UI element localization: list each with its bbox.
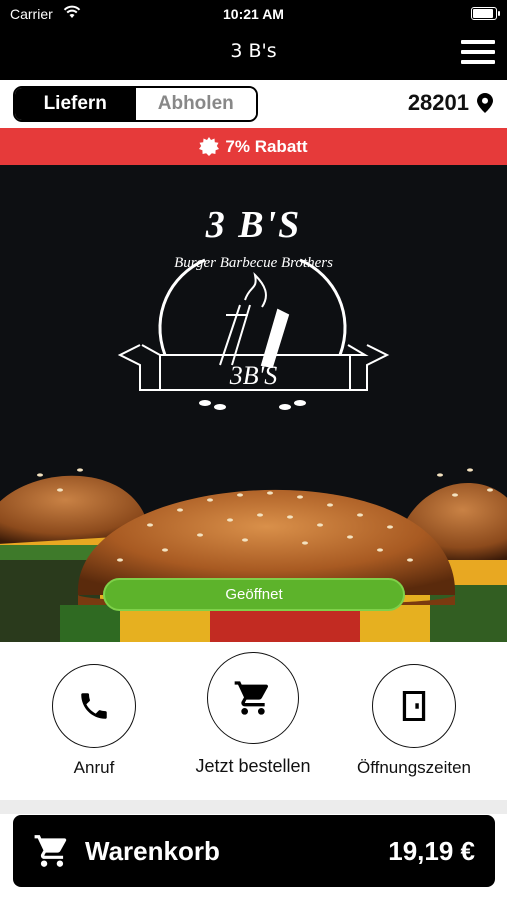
door-icon [402,691,426,721]
discount-badge-icon [199,136,220,156]
logo-arc-text: Burger Barbecue Brothers [174,255,333,271]
shopping-cart-icon [34,835,67,867]
discount-banner: 7% Rabatt [0,128,507,165]
battery-icon [471,7,500,20]
cart-icon [234,681,268,715]
open-status-button[interactable]: Geöffnet [103,578,405,611]
opening-hours-label: Öffnungszeiten [356,758,472,777]
order-now-button[interactable] [207,652,299,744]
order-now-label: Jetzt bestellen [195,756,311,776]
opening-hours-action[interactable]: Öffnungszeiten [348,664,480,778]
tab-liefern[interactable]: Liefern [15,88,136,120]
location-pin-icon [477,93,493,113]
order-now-action[interactable]: Jetzt bestellen [173,652,333,777]
status-time: 10:21 AM [223,6,284,22]
brand-title: 3 B'S [205,204,302,246]
call-button[interactable] [52,664,136,748]
phone-icon [81,693,107,719]
order-mode-row: Liefern Abholen 28201 [0,80,507,128]
page-title: 3 B's [230,40,277,62]
order-mode-toggle: Liefern Abholen [13,86,258,122]
divider [0,800,507,814]
logo-banner-text: 3B'S [229,361,278,390]
call-action[interactable]: Anruf [30,664,158,778]
top-bar: Carrier 10:21 AM 3 B's [0,0,507,80]
location-selector[interactable]: 28201 [408,90,493,116]
status-bar: Carrier 10:21 AM [0,0,507,28]
zip-code: 28201 [407,90,469,115]
opening-hours-button[interactable] [372,664,456,748]
discount-text: 7% Rabatt [225,136,308,156]
cart-total: 19,19 € [388,835,475,866]
quick-actions: Anruf Jetzt bestellen Öffnungszeiten [0,642,507,800]
cart-bar[interactable]: Warenkorb 19,19 € [13,815,495,887]
hero-image: 3 B'S Burger Barbecue Brothers 3B'S [0,165,507,642]
tab-abholen[interactable]: Abholen [135,88,256,120]
hamburger-menu-icon[interactable] [461,40,495,64]
bottom-spacer [0,887,507,900]
call-label: Anruf [73,758,115,777]
cart-label: Warenkorb [85,835,220,866]
